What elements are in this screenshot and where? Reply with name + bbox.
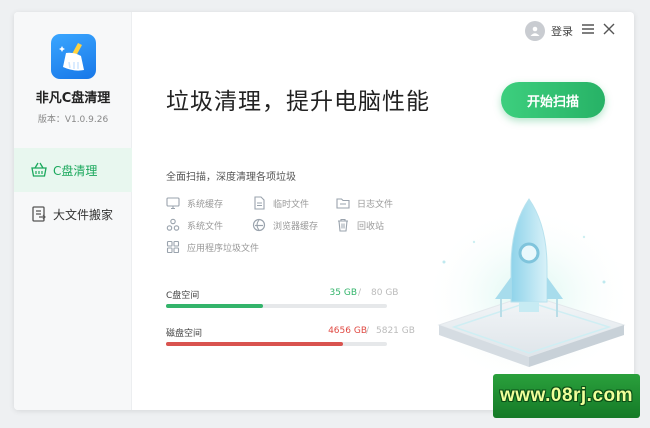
disk-used-all: 4656 GB bbox=[328, 326, 367, 336]
system-files-icon bbox=[166, 218, 180, 231]
app-logo bbox=[51, 34, 96, 79]
scan-item-recycle-bin: 回收站 bbox=[336, 218, 384, 232]
disk-total-all: 5821 GB bbox=[376, 326, 415, 336]
app-name: 非凡C盘清理 bbox=[35, 91, 111, 106]
disk-label-all: 磁盘空间 bbox=[166, 329, 203, 339]
scan-item-system-files: 系统文件 bbox=[166, 218, 223, 232]
sidebar-item-large-file-move[interactable]: 大文件搬家 bbox=[14, 192, 132, 236]
user-icon bbox=[530, 26, 540, 36]
scan-item-label: 日志文件 bbox=[357, 199, 394, 210]
scan-item-label: 浏览器缓存 bbox=[273, 221, 319, 232]
temp-file-icon bbox=[254, 196, 265, 210]
disk-bar-fill-c bbox=[166, 304, 264, 308]
scan-item-system-cache: 系统缓存 bbox=[166, 196, 223, 210]
disk-label-c: C盘空间 bbox=[166, 291, 200, 301]
watermark-text: www.08rj.com bbox=[499, 385, 634, 406]
folder-icon bbox=[336, 198, 350, 209]
disk-bar-all bbox=[166, 342, 387, 346]
disk-bar-c bbox=[166, 304, 387, 308]
app-window: 非凡C盘清理 版本：V1.0.9.26 C盘清理 大文件搬家 登录 垃圾清理，提… bbox=[14, 12, 634, 410]
page-title: 垃圾清理，提升电脑性能 bbox=[166, 89, 430, 115]
disk-bar-fill-all bbox=[166, 342, 343, 346]
scan-item-label: 系统文件 bbox=[187, 221, 224, 232]
scan-item-app-junk: 应用程序垃圾文件 bbox=[166, 240, 259, 254]
scan-item-browser-cache: 浏览器缓存 bbox=[252, 218, 318, 232]
basket-icon bbox=[31, 162, 47, 177]
sidebar-item-label: C盘清理 bbox=[53, 163, 98, 178]
scan-item-label: 临时文件 bbox=[273, 199, 310, 210]
apps-icon bbox=[166, 240, 180, 254]
sidebar-item-label: 大文件搬家 bbox=[53, 207, 114, 222]
close-icon[interactable] bbox=[602, 22, 616, 36]
start-scan-button[interactable]: 开始扫描 bbox=[501, 82, 605, 118]
disk-used-c: 35 GB bbox=[329, 288, 357, 298]
monitor-icon bbox=[166, 197, 180, 210]
scan-item-label: 系统缓存 bbox=[187, 199, 224, 210]
broom-icon bbox=[58, 42, 84, 71]
scan-item-label: 回收站 bbox=[357, 221, 385, 232]
scan-item-temp-files: 临时文件 bbox=[252, 196, 309, 210]
file-move-icon bbox=[32, 206, 46, 222]
recycle-bin-icon bbox=[338, 218, 348, 232]
scan-item-label: 应用程序垃圾文件 bbox=[187, 243, 260, 254]
user-avatar[interactable] bbox=[525, 21, 545, 41]
disk-separator-all: / bbox=[366, 326, 370, 336]
menu-icon[interactable] bbox=[581, 22, 595, 36]
disk-separator-c: / bbox=[358, 288, 362, 298]
login-link[interactable]: 登录 bbox=[551, 23, 573, 39]
scan-subtitle: 全面扫描，深度清理各项垃圾 bbox=[166, 172, 296, 183]
scan-item-log-files: 日志文件 bbox=[336, 196, 393, 210]
app-version: 版本：V1.0.9.26 bbox=[37, 115, 109, 125]
site-watermark: www.08rj.com bbox=[493, 374, 640, 418]
sparkle-dots bbox=[442, 235, 606, 284]
sidebar-item-c-drive-clean[interactable]: C盘清理 bbox=[14, 148, 132, 192]
disk-total-c: 80 GB bbox=[371, 288, 399, 298]
browser-icon bbox=[252, 218, 266, 232]
sidebar: 非凡C盘清理 版本：V1.0.9.26 C盘清理 大文件搬家 bbox=[14, 12, 132, 410]
